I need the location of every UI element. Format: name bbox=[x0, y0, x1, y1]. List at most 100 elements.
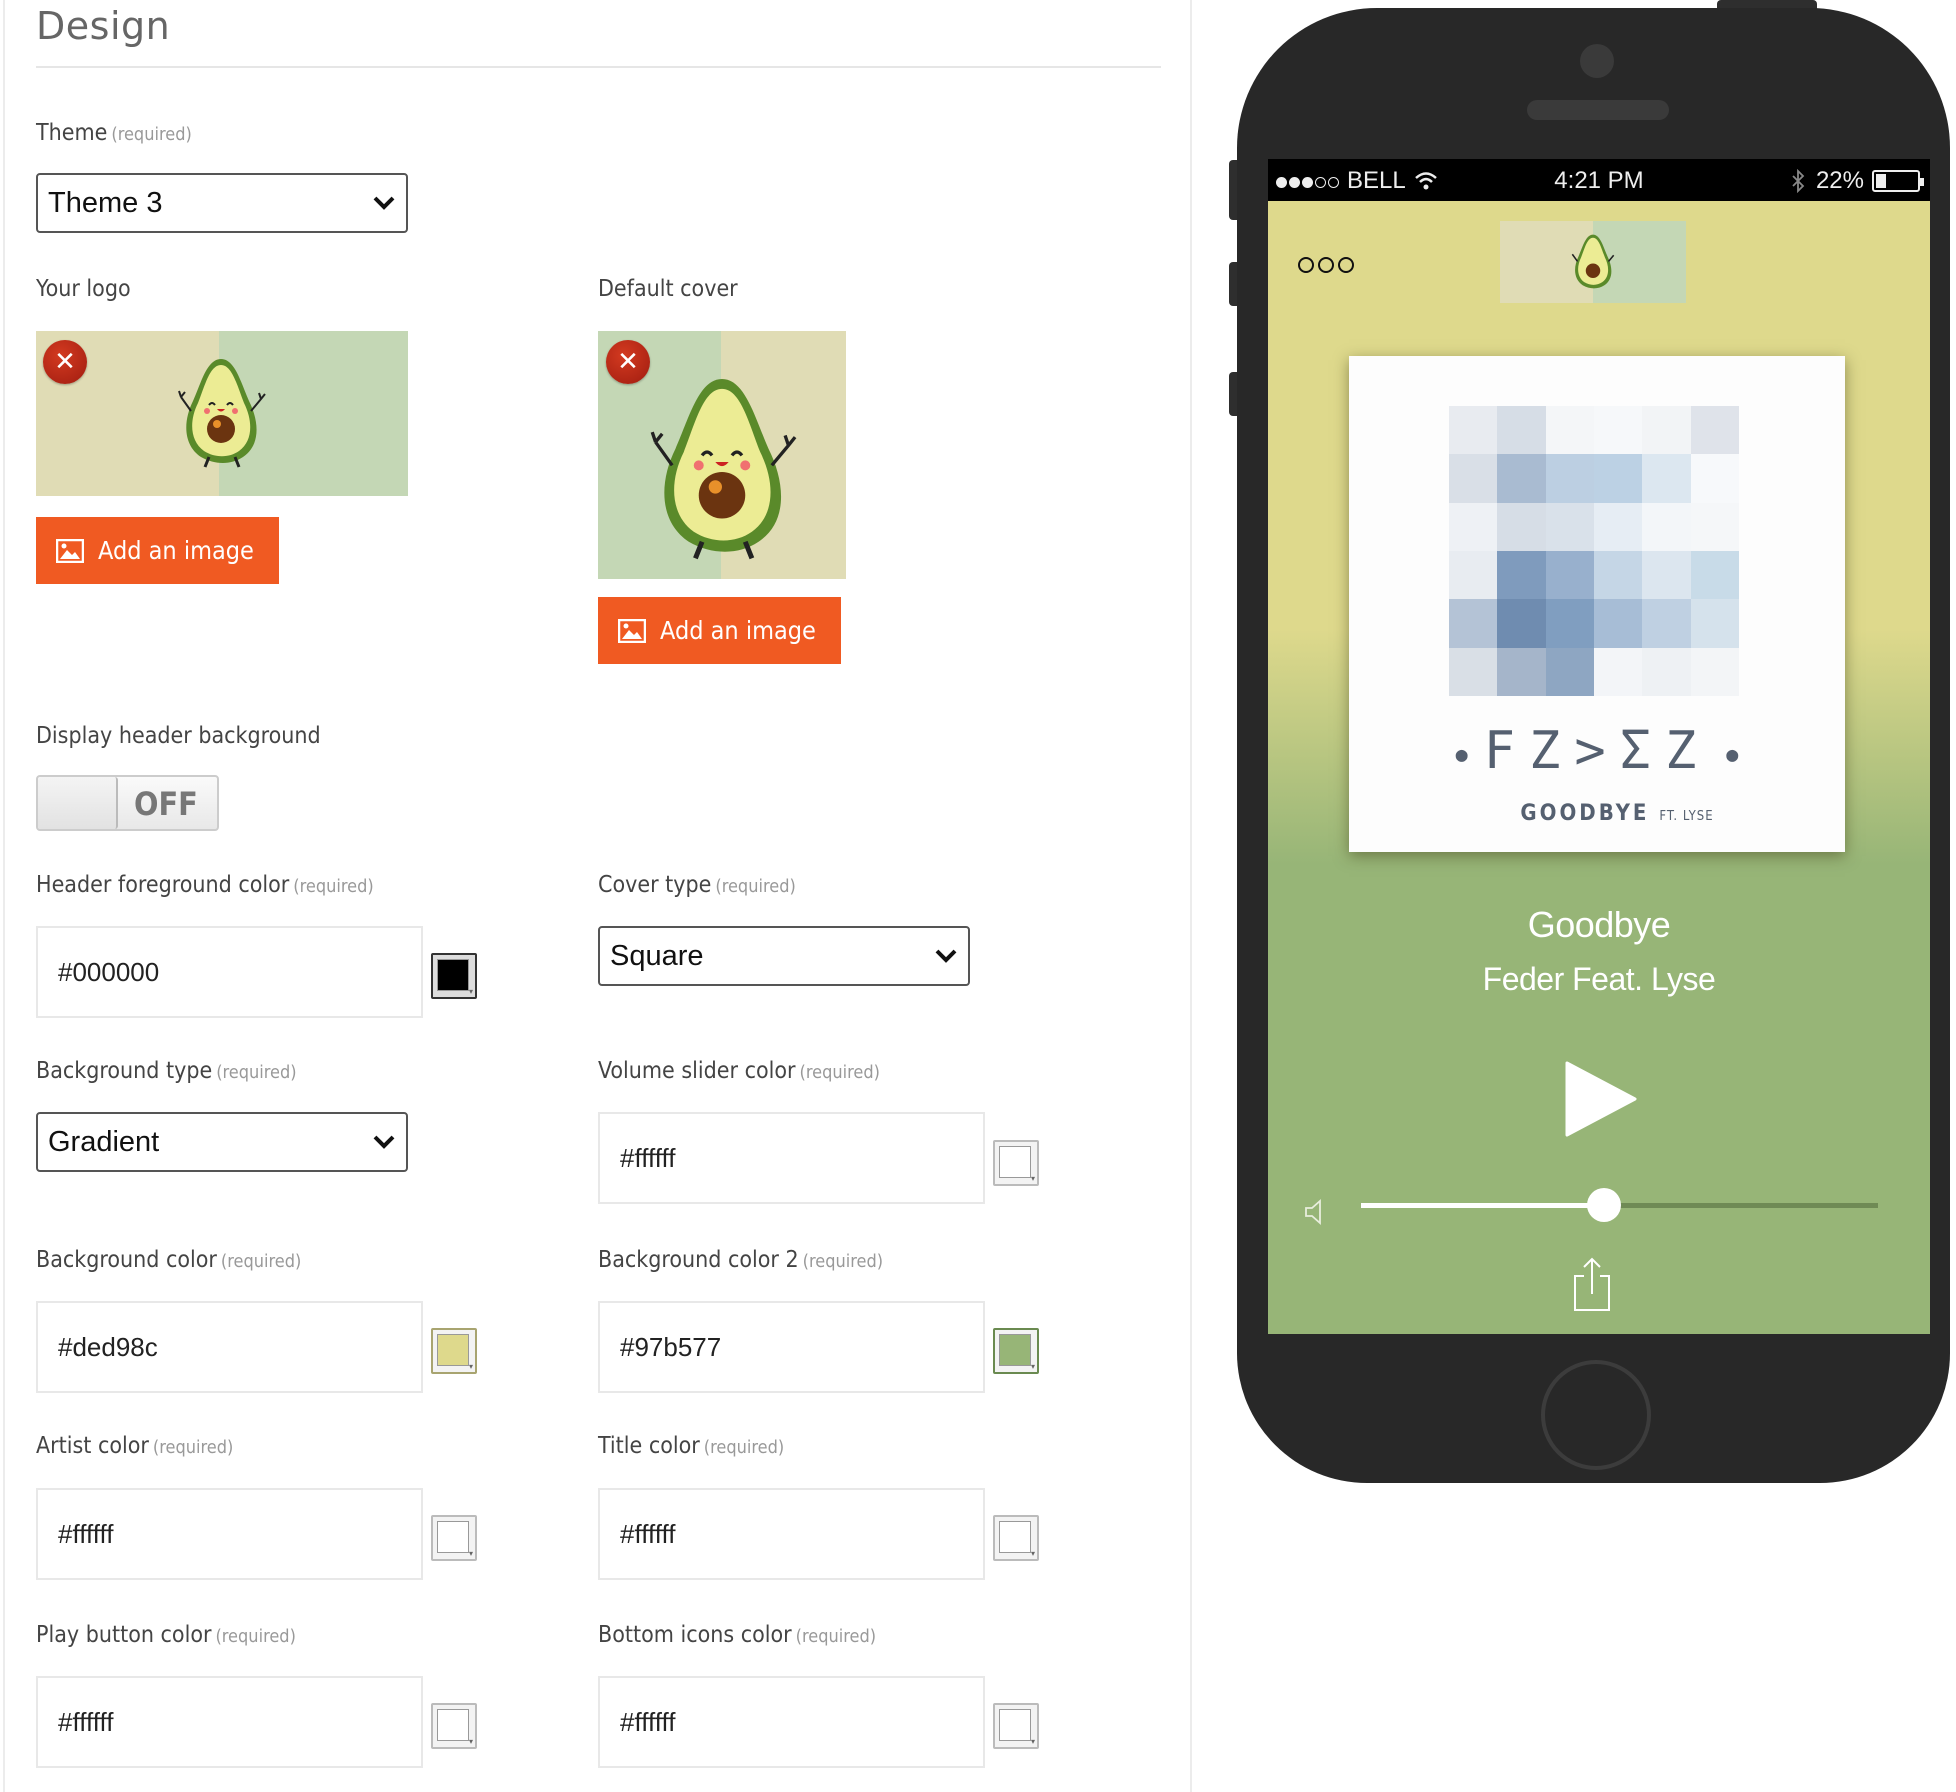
mosaic-tile bbox=[1690, 647, 1739, 696]
header-background-toggle[interactable]: OFF bbox=[36, 775, 219, 831]
title-color-label: Title color (required) bbox=[598, 1433, 784, 1459]
mosaic-tile bbox=[1497, 454, 1546, 503]
volume-slider-color-input[interactable]: #ffffff bbox=[598, 1112, 985, 1204]
cover-band-text: FZ>ΣZ bbox=[1483, 721, 1711, 781]
chevron-down-icon bbox=[935, 949, 957, 963]
required-tag: (required) bbox=[795, 1626, 877, 1647]
chevron-down-icon bbox=[373, 1135, 395, 1149]
background-color2-swatch[interactable]: ▾ bbox=[993, 1328, 1039, 1374]
default-cover-preview: ✕ bbox=[598, 331, 846, 579]
avocado-icon bbox=[178, 359, 266, 468]
mosaic-tile bbox=[1642, 550, 1691, 600]
battery-fill bbox=[1876, 174, 1886, 188]
header-fg-swatch[interactable]: ▾ bbox=[431, 953, 477, 999]
mosaic-tile bbox=[1449, 406, 1498, 455]
bottom-icons-color-label: Bottom icons color (required) bbox=[598, 1622, 876, 1648]
background-color-label: Background color (required) bbox=[36, 1247, 301, 1273]
background-color-label-text: Background color bbox=[36, 1247, 217, 1273]
title-color-swatch[interactable]: ▾ bbox=[993, 1515, 1039, 1561]
background-color2-input[interactable]: #97b577 bbox=[598, 1301, 985, 1393]
caret-icon: ▾ bbox=[1030, 1174, 1035, 1183]
required-tag: (required) bbox=[293, 876, 374, 897]
required-tag: (required) bbox=[802, 1251, 884, 1272]
background-color-swatch[interactable]: ▾ bbox=[431, 1328, 477, 1374]
mosaic-tile bbox=[1545, 647, 1594, 696]
phone-home-button bbox=[1541, 1360, 1651, 1470]
mosaic-tile bbox=[1642, 599, 1691, 648]
swatch-color bbox=[437, 1709, 469, 1741]
status-right: 22% bbox=[1790, 167, 1924, 195]
volume-slider-knob[interactable] bbox=[1586, 1188, 1621, 1222]
play-button-label-text: Play button color bbox=[36, 1622, 212, 1648]
header-fg-input[interactable]: #000000 bbox=[36, 926, 423, 1018]
remove-cover-button[interactable]: ✕ bbox=[606, 340, 650, 384]
theme-select[interactable]: Theme 3 bbox=[36, 173, 408, 233]
required-tag: (required) bbox=[220, 1251, 302, 1272]
caret-icon: ▾ bbox=[1030, 1549, 1035, 1558]
mosaic-tile bbox=[1690, 502, 1739, 551]
swatch-color bbox=[437, 959, 469, 991]
background-type-select[interactable]: Gradient bbox=[36, 1112, 408, 1172]
song-artist: Feder Feat. Lyse bbox=[1482, 961, 1716, 997]
background-type-label: Background type (required) bbox=[36, 1058, 297, 1084]
mosaic-tile bbox=[1642, 647, 1691, 696]
mosaic-tile bbox=[1449, 454, 1498, 503]
mosaic-tile bbox=[1690, 599, 1739, 648]
artist-color-input[interactable]: #ffffff bbox=[36, 1488, 423, 1580]
play-button-color-input[interactable]: #ffffff bbox=[36, 1676, 423, 1768]
caret-icon: ▾ bbox=[1030, 1737, 1035, 1746]
required-tag: (required) bbox=[216, 1062, 297, 1083]
status-bar: BELL 4:21 PM 22% bbox=[1268, 159, 1930, 201]
volume-slider-color-label: Volume slider color (required) bbox=[598, 1058, 880, 1084]
phone-speaker bbox=[1527, 100, 1669, 120]
theme-label-text: Theme bbox=[36, 120, 108, 146]
caret-icon: ▾ bbox=[468, 1362, 473, 1371]
mosaic-tile bbox=[1593, 406, 1643, 455]
play-button-swatch[interactable]: ▾ bbox=[431, 1703, 477, 1749]
battery-tip bbox=[1920, 178, 1924, 186]
album-cover: ● FZ>ΣZ ● GOODBYE FT. LYSE bbox=[1349, 356, 1845, 852]
add-logo-image-button[interactable]: Add an image bbox=[36, 517, 279, 584]
background-color-input[interactable]: #ded98c bbox=[36, 1301, 423, 1393]
mosaic-tile bbox=[1593, 454, 1643, 503]
logo-preview: ✕ bbox=[36, 331, 408, 496]
menu-icon[interactable] bbox=[1298, 257, 1354, 273]
header-background-label: Display header background bbox=[36, 723, 321, 749]
cover-type-select[interactable]: Square bbox=[598, 926, 970, 986]
artist-color-swatch[interactable]: ▾ bbox=[431, 1515, 477, 1561]
mosaic-tile bbox=[1497, 550, 1546, 600]
header-fg-label-text: Header foreground color bbox=[36, 872, 290, 898]
theme-label: Theme (required) bbox=[36, 120, 192, 146]
panel-divider bbox=[1190, 0, 1192, 1792]
volume-slider-swatch[interactable]: ▾ bbox=[993, 1140, 1039, 1186]
toggle-knob bbox=[38, 777, 118, 829]
bottom-icons-swatch[interactable]: ▾ bbox=[993, 1703, 1039, 1749]
mosaic-tile bbox=[1690, 406, 1739, 455]
cover-track-text: GOODBYE bbox=[1520, 801, 1650, 826]
battery-percent: 22% bbox=[1815, 167, 1864, 194]
theme-select-value: Theme 3 bbox=[48, 186, 163, 219]
background-type-value: Gradient bbox=[48, 1125, 160, 1158]
toggle-state: OFF bbox=[134, 785, 198, 823]
mosaic-tile bbox=[1545, 550, 1594, 600]
mosaic-tile bbox=[1449, 502, 1498, 551]
add-cover-image-label: Add an image bbox=[660, 616, 816, 645]
background-type-label-text: Background type bbox=[36, 1058, 213, 1084]
share-icon[interactable] bbox=[1572, 1256, 1612, 1312]
title-color-input[interactable]: #ffffff bbox=[598, 1488, 985, 1580]
remove-logo-button[interactable]: ✕ bbox=[43, 340, 87, 384]
play-button-color-label: Play button color (required) bbox=[36, 1622, 296, 1648]
artist-color-label-text: Artist color bbox=[36, 1433, 149, 1459]
add-logo-image-label: Add an image bbox=[98, 536, 254, 565]
phone-camera bbox=[1580, 44, 1614, 78]
cover-feat-text: FT. LYSE bbox=[1659, 809, 1714, 824]
required-tag: (required) bbox=[215, 1626, 296, 1647]
cover-bullet: ● bbox=[1726, 742, 1739, 766]
left-border bbox=[3, 0, 5, 1792]
mosaic-tile bbox=[1642, 406, 1691, 455]
cover-type-value: Square bbox=[610, 939, 704, 972]
play-icon[interactable] bbox=[1565, 1061, 1637, 1137]
add-cover-image-button[interactable]: Add an image bbox=[598, 597, 841, 664]
bottom-icons-color-input[interactable]: #ffffff bbox=[598, 1676, 985, 1768]
required-tag: (required) bbox=[715, 876, 796, 897]
